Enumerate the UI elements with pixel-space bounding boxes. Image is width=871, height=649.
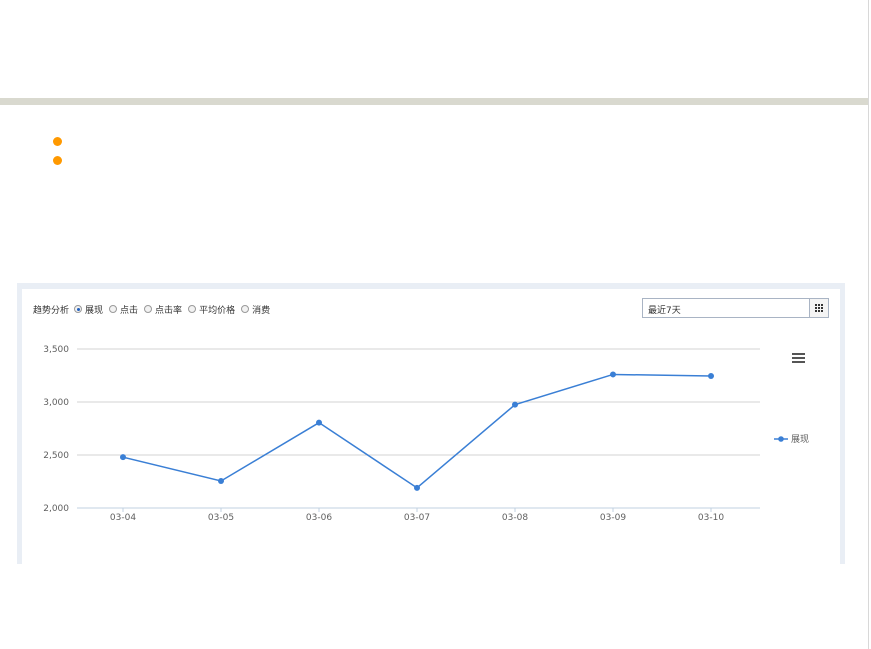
data-point[interactable] — [512, 401, 518, 408]
legend-marker — [778, 436, 784, 442]
header-divider-band — [0, 98, 868, 105]
x-tick-label: 03-06 — [306, 513, 332, 523]
x-tick-label: 03-10 — [698, 513, 724, 523]
bullet-dot-1 — [53, 137, 62, 146]
data-point[interactable] — [414, 484, 420, 491]
x-tick-label: 03-05 — [208, 513, 234, 523]
x-tick-label: 03-04 — [110, 513, 136, 523]
x-tick-label: 03-09 — [600, 513, 626, 523]
y-tick-label: 2,500 — [43, 451, 69, 461]
data-point[interactable] — [610, 371, 616, 378]
trend-analysis-content: 趋势分析 展现 点击 点击率 平均价格 消费 最近7天 2,000 2,500 … — [22, 289, 840, 564]
x-tick-label: 03-08 — [502, 513, 528, 523]
data-point[interactable] — [120, 454, 126, 461]
trend-line-chart: 2,000 2,500 3,000 3,500 03-04 03-05 03-06 03-07… — [43, 345, 809, 523]
series-line — [122, 373, 712, 489]
data-point[interactable] — [708, 373, 714, 380]
legend-label[interactable]: 展现 — [791, 434, 809, 445]
y-tick-label: 3,500 — [43, 345, 69, 355]
bullet-dot-2 — [53, 156, 62, 165]
x-tick-label: 03-07 — [404, 513, 430, 523]
page-right-border — [868, 0, 869, 649]
y-tick-label: 3,000 — [43, 398, 69, 408]
y-tick-label: 2,000 — [43, 504, 69, 514]
data-point[interactable] — [316, 419, 322, 426]
trend-analysis-panel: 趋势分析 展现 点击 点击率 平均价格 消费 最近7天 2,000 2,500 … — [17, 283, 845, 564]
hamburger-menu-icon[interactable] — [792, 353, 805, 363]
data-point[interactable] — [218, 477, 224, 484]
